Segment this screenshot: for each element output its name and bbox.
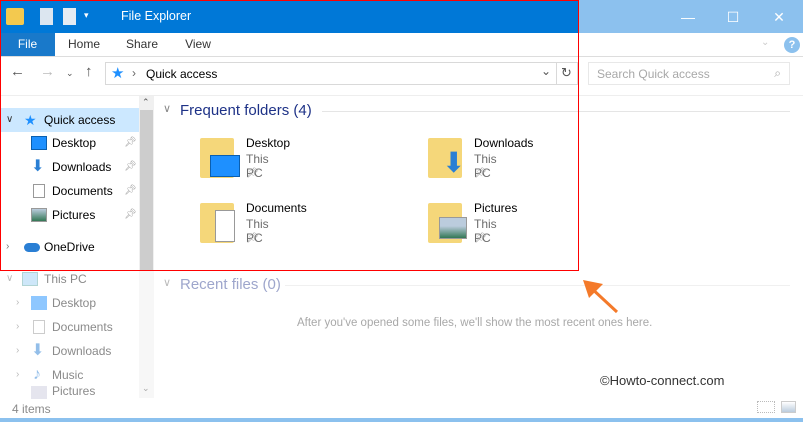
recent-files-header[interactable]: Recent files (0) [180, 276, 281, 293]
pictures-icon [31, 386, 47, 399]
documents-icon [33, 184, 45, 198]
onedrive-icon [24, 243, 40, 252]
tab-view[interactable]: View [176, 33, 220, 56]
pin-icon: 📌︎ [474, 233, 487, 244]
pin-icon: 📌︎ [474, 168, 487, 179]
scroll-up-icon[interactable]: ⌃ [142, 97, 150, 108]
recent-locations-button[interactable]: ⌄ [66, 68, 74, 79]
tab-share[interactable]: Share [118, 33, 166, 56]
details-view-icon[interactable] [757, 401, 775, 413]
refresh-icon[interactable]: ↻ [561, 65, 572, 81]
watermark: ©Howto-connect.com [600, 373, 725, 388]
forward-button[interactable]: → [40, 63, 55, 80]
folder-icon [6, 8, 24, 25]
nav-qa-pictures[interactable]: Pictures 📌︎ [0, 203, 139, 227]
frequent-folders-header[interactable]: Frequent folders (4) [180, 102, 312, 119]
collapse-frequent-icon[interactable]: ∨ [163, 102, 171, 115]
nav-qa-desktop[interactable]: Desktop 📌︎ [0, 131, 139, 155]
tab-home[interactable]: Home [60, 33, 108, 56]
address-dropdown-icon[interactable]: ⌄ [541, 64, 551, 78]
scroll-thumb[interactable] [140, 110, 153, 270]
scroll-down-icon[interactable]: ⌄ [142, 383, 150, 394]
nav-pc-pictures[interactable]: Pictures [0, 384, 139, 399]
breadcrumb-quick-access[interactable]: Quick access [146, 67, 217, 81]
nav-qa-downloads[interactable]: ⬇ Downloads 📌︎ [0, 155, 139, 179]
divider [0, 95, 803, 96]
documents-icon [215, 210, 235, 242]
tab-file[interactable]: File [0, 33, 55, 56]
back-button[interactable]: ← [10, 63, 25, 80]
window-title: File Explorer [121, 9, 192, 23]
search-placeholder: Search Quick access [597, 67, 710, 81]
pin-icon: 📌︎ [246, 233, 259, 244]
nav-onedrive[interactable]: › OneDrive [0, 235, 139, 259]
pictures-icon [31, 208, 47, 222]
new-folder-icon[interactable] [63, 8, 76, 25]
help-icon[interactable]: ? [784, 37, 800, 53]
collapse-recent-icon[interactable]: ∨ [163, 276, 171, 289]
downloads-icon: ⬇ [31, 342, 45, 359]
nav-quick-access[interactable]: ∨ ★ Quick access [0, 108, 139, 132]
pin-icon: 📌︎ [124, 209, 137, 220]
music-icon: ♪ [33, 366, 41, 383]
expand-ribbon-icon[interactable]: ⌄ [761, 37, 769, 48]
pin-icon: 📌︎ [124, 185, 137, 196]
properties-icon[interactable] [40, 8, 53, 25]
pin-icon: 📌︎ [246, 168, 259, 179]
desktop-icon [31, 296, 47, 310]
customize-qat-icon[interactable]: ▾ [84, 10, 89, 21]
pin-icon: 📌︎ [124, 161, 137, 172]
breadcrumb-separator: › [132, 66, 136, 80]
up-button[interactable]: ↑ [85, 63, 93, 80]
annotation-arrow-icon [583, 280, 619, 314]
close-button[interactable]: ✕ [764, 6, 794, 28]
downloads-icon: ⬇ [31, 158, 45, 175]
nav-pc-documents[interactable]: › Documents [0, 315, 139, 339]
quick-access-star-icon: ★ [111, 65, 125, 82]
search-icon: ⌕ [774, 66, 781, 80]
nav-this-pc[interactable]: ∨ This PC [0, 267, 139, 291]
search-input[interactable]: Search Quick access ⌕ [588, 62, 790, 85]
downloads-icon: ⬇ [442, 147, 466, 178]
pictures-icon [439, 217, 467, 239]
status-item-count: 4 items [12, 402, 51, 416]
pin-icon: 📌︎ [124, 137, 137, 148]
nav-qa-documents[interactable]: Documents 📌︎ [0, 179, 139, 203]
minimize-button[interactable]: — [673, 6, 703, 28]
address-bar[interactable]: ★ › Quick access ⌄ ↻ [105, 62, 578, 85]
maximize-button[interactable]: ☐ [718, 6, 748, 28]
large-icons-view-icon[interactable] [781, 401, 796, 413]
nav-pc-desktop[interactable]: › Desktop [0, 291, 139, 315]
documents-icon [33, 320, 45, 334]
desktop-icon [210, 155, 240, 177]
nav-pc-downloads[interactable]: › ⬇ Downloads [0, 339, 139, 363]
this-pc-icon [22, 272, 38, 286]
desktop-icon [31, 136, 47, 150]
